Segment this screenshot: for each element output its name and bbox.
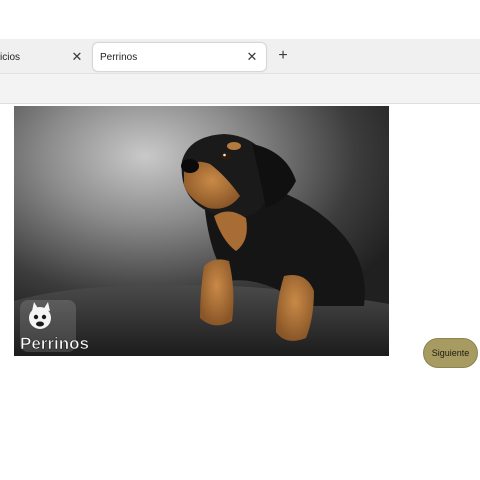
close-icon[interactable]: ✕ — [244, 49, 260, 65]
tab-label: icios — [0, 51, 21, 63]
tab-previous[interactable]: icios ✕ — [0, 42, 91, 72]
window-top-area — [0, 0, 480, 39]
tab-label: Perrinos — [100, 51, 138, 63]
tab-strip: icios ✕ Perrinos ✕ — [0, 39, 480, 74]
close-icon[interactable]: ✕ — [69, 49, 85, 65]
watermark-text: Perrinos — [20, 334, 89, 353]
puppy-photo: Perrinos — [14, 106, 389, 356]
next-button[interactable]: Siguiente — [423, 338, 478, 368]
tab-perrinos[interactable]: Perrinos ✕ — [92, 42, 267, 72]
browser-toolbar — [0, 74, 480, 104]
plus-icon[interactable]: + — [274, 47, 292, 65]
